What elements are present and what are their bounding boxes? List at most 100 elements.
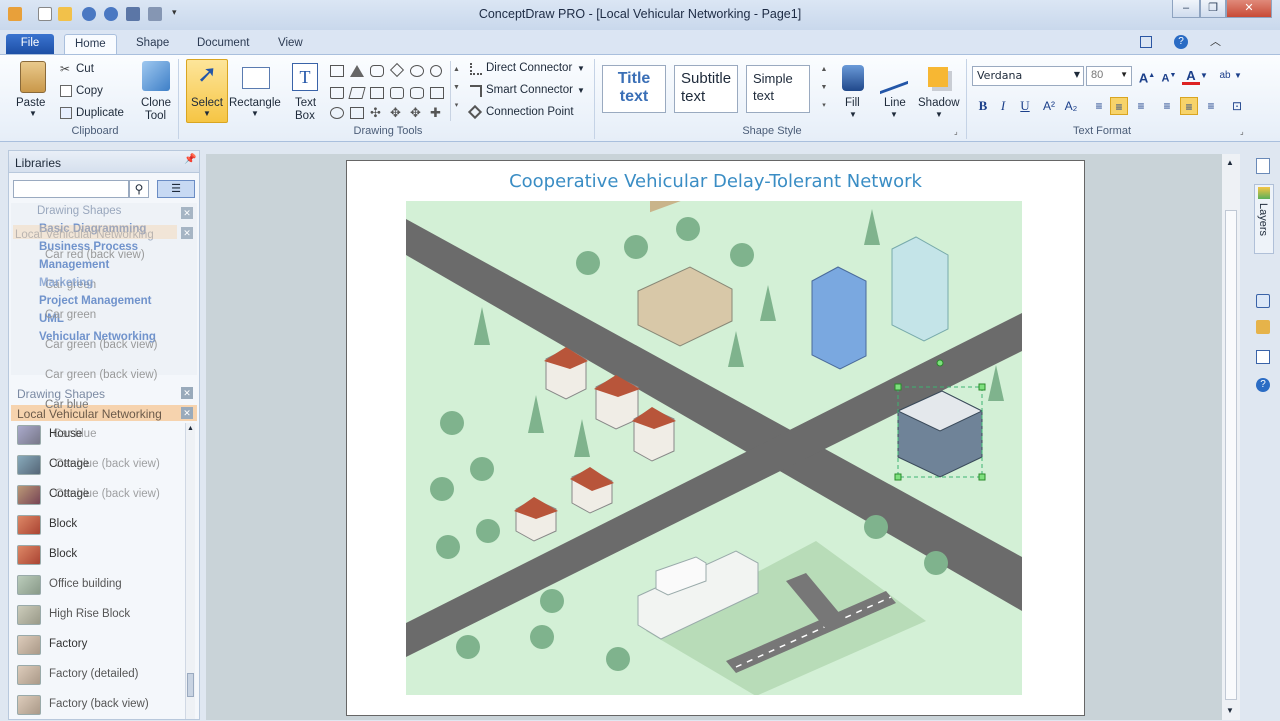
grow-font-icon[interactable]: A▲ xyxy=(1138,67,1156,85)
direct-connector-dropdown-icon[interactable]: ▼ xyxy=(577,64,585,73)
list-item[interactable]: Office building xyxy=(15,571,185,599)
shape-rectangle-icon[interactable] xyxy=(330,65,344,77)
library-view-toggle-icon[interactable]: ☰ xyxy=(157,180,195,198)
drawing-page[interactable]: Cooperative Vehicular Delay-Tolerant Net… xyxy=(346,160,1085,716)
text-options-icon[interactable]: ab xyxy=(1216,67,1234,85)
line-dropdown-icon[interactable]: ▼ xyxy=(890,110,898,119)
smart-connector-icon[interactable] xyxy=(470,85,482,97)
paste-icon[interactable] xyxy=(20,61,46,93)
list-item[interactable]: Block xyxy=(15,511,185,539)
copy-icon[interactable] xyxy=(60,85,72,97)
direct-connector-button[interactable]: Direct Connector xyxy=(486,62,572,74)
font-color-icon[interactable]: A xyxy=(1182,67,1200,85)
shape-ellipse-icon[interactable] xyxy=(410,65,424,77)
shapes-scroll-icon[interactable]: ▲ ▼ ▾ xyxy=(450,61,462,121)
align-right-icon[interactable]: ≡ xyxy=(1132,97,1150,115)
line-button[interactable]: Line xyxy=(884,97,906,109)
italic-icon[interactable]: I xyxy=(994,97,1012,115)
rectangle-dropdown-icon[interactable]: ▼ xyxy=(251,109,259,118)
shape-cross-icon[interactable]: ✥ xyxy=(390,106,404,119)
ghost-close-icon[interactable]: ✕ xyxy=(181,207,193,219)
vehicular-network-diagram[interactable] xyxy=(406,201,1022,695)
style-title-text[interactable]: Title text xyxy=(602,65,666,113)
shape-pentagon-icon[interactable] xyxy=(370,87,384,99)
ghost-close-icon[interactable]: ✕ xyxy=(181,227,193,239)
style-simple-text[interactable]: Simple text xyxy=(746,65,810,113)
connection-point-icon[interactable] xyxy=(467,104,483,120)
info-icon[interactable]: ? xyxy=(1256,378,1270,392)
direct-connector-icon[interactable] xyxy=(470,63,482,75)
help-icon[interactable]: ? xyxy=(1174,35,1188,49)
scroll-up-icon[interactable]: ▲ xyxy=(1226,158,1234,167)
shape-square-icon[interactable] xyxy=(350,107,364,119)
duplicate-icon[interactable] xyxy=(60,107,72,119)
close-button[interactable]: ✕ xyxy=(1226,0,1272,18)
bold-icon[interactable]: B xyxy=(974,97,992,115)
shape-gear-icon[interactable] xyxy=(330,107,344,119)
window-list-icon[interactable] xyxy=(1140,36,1152,48)
library-header-drawing-shapes[interactable]: Drawing Shapes ✕ xyxy=(11,385,197,401)
text-box-button[interactable]: Text xyxy=(295,97,316,109)
close-library-icon[interactable]: ✕ xyxy=(181,407,193,419)
paste-dropdown-icon[interactable]: ▼ xyxy=(29,109,37,118)
shape-star-icon[interactable]: ✣ xyxy=(370,106,384,119)
list-item[interactable]: Cottage Car blue (back view) xyxy=(15,481,185,509)
shrink-font-icon[interactable]: A▼ xyxy=(1160,67,1178,85)
list-item[interactable]: Factory xyxy=(15,631,185,659)
font-color-dropdown-icon[interactable]: ▼ xyxy=(1200,67,1208,85)
align-middle-icon[interactable]: ≡ xyxy=(1180,97,1198,115)
text-box-icon[interactable]: T xyxy=(292,63,318,91)
shape-hexagon-icon[interactable] xyxy=(390,87,404,99)
canvas-vertical-scrollbar[interactable]: ▲ ▼ xyxy=(1222,154,1240,720)
minimize-button[interactable]: – xyxy=(1172,0,1200,18)
shape-circle-icon[interactable] xyxy=(430,65,442,77)
pin-icon[interactable]: 📌 xyxy=(184,154,196,165)
close-library-icon[interactable]: ✕ xyxy=(181,387,193,399)
cut-button[interactable]: Cut xyxy=(76,63,94,75)
tab-view[interactable]: View xyxy=(268,34,313,54)
shape-rounded-rect-icon[interactable] xyxy=(370,65,384,77)
layers-tab[interactable]: Layers xyxy=(1254,184,1274,254)
tab-shape[interactable]: Shape xyxy=(126,34,179,54)
underline-icon[interactable]: U xyxy=(1016,97,1034,115)
align-center-icon[interactable]: ≡ xyxy=(1110,97,1128,115)
smart-connector-button[interactable]: Smart Connector xyxy=(486,84,573,96)
font-dropdown-icon[interactable]: ▼ xyxy=(1074,70,1080,79)
tab-document[interactable]: Document xyxy=(187,34,259,54)
scroll-thumb[interactable] xyxy=(1225,210,1237,700)
clone-tool-icon[interactable] xyxy=(142,61,170,91)
list-item[interactable]: Factory (back view) xyxy=(15,691,185,719)
subscript-icon[interactable]: A₂ xyxy=(1062,97,1080,115)
fill-icon[interactable] xyxy=(842,65,864,91)
scroll-thumb[interactable] xyxy=(187,673,194,697)
shape-arrows-icon[interactable]: ✥ xyxy=(410,106,424,119)
clone-tool-button[interactable]: Clone xyxy=(141,97,171,109)
shape-parallelogram-icon[interactable] xyxy=(348,87,366,99)
text-format-launcher-icon[interactable]: ⌟ xyxy=(1240,127,1244,136)
connection-point-button[interactable]: Connection Point xyxy=(486,106,574,118)
shape-triangle-icon[interactable] xyxy=(350,65,364,77)
list-item[interactable]: High Rise Block xyxy=(15,601,185,629)
shadow-dropdown-icon[interactable]: ▼ xyxy=(935,110,943,119)
list-item[interactable]: Cottage Car blue (back view) xyxy=(15,451,185,479)
fill-dropdown-icon[interactable]: ▼ xyxy=(849,110,857,119)
rectangle-button[interactable]: Rectangle xyxy=(229,97,281,109)
fill-button[interactable]: Fill xyxy=(845,97,860,109)
properties-icon[interactable] xyxy=(1256,350,1270,364)
tab-file[interactable]: File xyxy=(6,34,54,54)
align-top-icon[interactable]: ≡ xyxy=(1158,97,1176,115)
shape-diamond-icon[interactable] xyxy=(389,62,405,78)
format-painter-icon[interactable] xyxy=(1256,320,1270,334)
pages-icon[interactable] xyxy=(1256,158,1270,174)
shape-style-launcher-icon[interactable]: ⌟ xyxy=(954,127,958,136)
shadow-icon[interactable] xyxy=(928,67,948,87)
shape-cube-icon[interactable] xyxy=(430,87,444,99)
line-icon[interactable] xyxy=(880,61,908,95)
style-subtitle-text[interactable]: Subtitle text xyxy=(674,65,738,113)
smart-connector-dropdown-icon[interactable]: ▼ xyxy=(577,86,585,95)
library-header-local-vehicular-networking[interactable]: Local Vehicular Networking ✕ xyxy=(11,405,197,421)
shape-cylinder-icon[interactable] xyxy=(410,87,424,99)
shape-triangle2-icon[interactable] xyxy=(330,87,344,99)
library-scrollbar[interactable]: ▲ xyxy=(185,423,195,719)
maximize-button[interactable]: ❐ xyxy=(1200,0,1226,18)
